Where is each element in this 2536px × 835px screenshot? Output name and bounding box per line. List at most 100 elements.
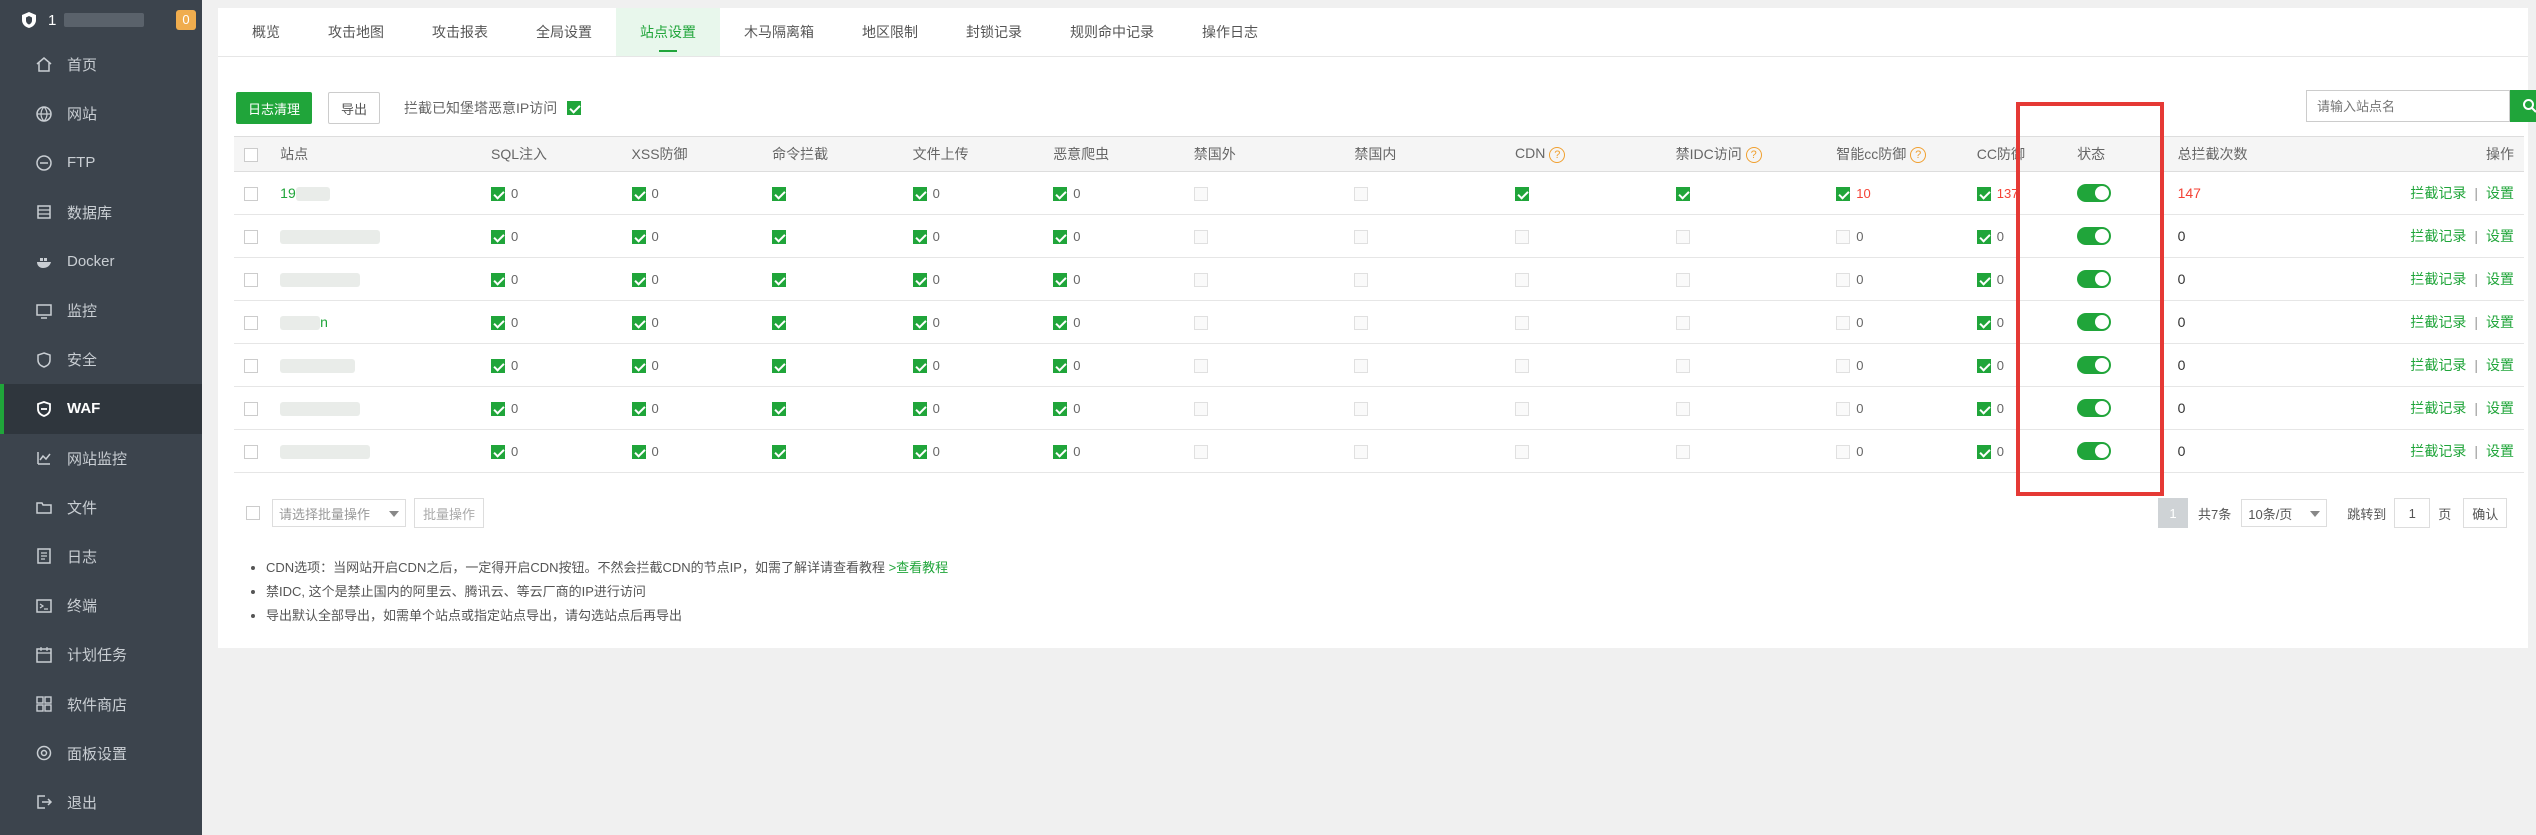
cdn-checkbox[interactable] bbox=[1514, 316, 1529, 331]
page-jump-confirm-button[interactable]: 确认 bbox=[2463, 498, 2508, 528]
site-name-cell[interactable] bbox=[280, 257, 491, 301]
block-idc-checkbox[interactable] bbox=[1675, 230, 1690, 245]
row-settings-link[interactable]: 设置 bbox=[2486, 228, 2514, 244]
row-settings-link[interactable]: 设置 bbox=[2486, 357, 2514, 373]
sidebar-item-11[interactable]: 终端 bbox=[0, 581, 202, 630]
cdn-checkbox[interactable] bbox=[1514, 230, 1529, 245]
block-idc-checkbox[interactable] bbox=[1675, 316, 1690, 331]
search-button[interactable] bbox=[2510, 90, 2536, 122]
xss-checkbox[interactable] bbox=[631, 273, 646, 288]
help-icon[interactable]: ? bbox=[1910, 147, 1927, 164]
smart-cc-checkbox[interactable] bbox=[1836, 402, 1851, 417]
sidebar-item-13[interactable]: 软件商店 bbox=[0, 679, 202, 728]
xss-checkbox[interactable] bbox=[631, 316, 646, 331]
block-log-link[interactable]: 拦截记录 bbox=[2410, 185, 2466, 201]
command-block-checkbox[interactable] bbox=[772, 402, 787, 417]
command-block-checkbox[interactable] bbox=[772, 273, 787, 288]
sidebar-item-9[interactable]: 文件 bbox=[0, 483, 202, 532]
tab-0[interactable]: 概览 bbox=[228, 8, 304, 56]
sidebar-item-4[interactable]: Docker bbox=[0, 237, 202, 286]
file-upload-checkbox[interactable] bbox=[912, 316, 927, 331]
help-icon[interactable]: ? bbox=[1549, 146, 1566, 163]
sidebar-item-15[interactable]: 退出 bbox=[0, 778, 202, 827]
block-log-link[interactable]: 拦截记录 bbox=[2410, 228, 2466, 244]
block-domestic-checkbox[interactable] bbox=[1354, 445, 1369, 460]
batch-select[interactable]: 请选择批量操作 bbox=[272, 499, 406, 527]
cdn-checkbox[interactable] bbox=[1514, 187, 1529, 202]
cdn-checkbox[interactable] bbox=[1514, 273, 1529, 288]
cc-defense-checkbox[interactable] bbox=[1976, 230, 1991, 245]
sql-injection-checkbox[interactable] bbox=[491, 273, 505, 288]
cc-defense-checkbox[interactable] bbox=[1976, 187, 1991, 202]
block-log-link[interactable]: 拦截记录 bbox=[2410, 271, 2466, 287]
sidebar-item-7[interactable]: WAF bbox=[0, 384, 202, 434]
tab-8[interactable]: 规则命中记录 bbox=[1046, 8, 1178, 56]
block-log-link[interactable]: 拦截记录 bbox=[2410, 400, 2466, 416]
site-name-cell[interactable] bbox=[280, 343, 491, 387]
malicious-crawler-checkbox[interactable] bbox=[1053, 359, 1068, 374]
block-foreign-checkbox[interactable] bbox=[1193, 187, 1208, 202]
block-foreign-checkbox[interactable] bbox=[1193, 402, 1208, 417]
select-all-checkbox[interactable] bbox=[244, 148, 258, 163]
block-log-link[interactable]: 拦截记录 bbox=[2410, 443, 2466, 459]
malicious-crawler-checkbox[interactable] bbox=[1053, 445, 1068, 460]
block-foreign-checkbox[interactable] bbox=[1193, 316, 1208, 331]
file-upload-checkbox[interactable] bbox=[912, 445, 927, 460]
sidebar-item-14[interactable]: 面板设置 bbox=[0, 729, 202, 778]
cc-defense-checkbox[interactable] bbox=[1976, 273, 1991, 288]
block-idc-checkbox[interactable] bbox=[1675, 273, 1690, 288]
site-name[interactable]: 19 bbox=[280, 185, 296, 201]
log-clean-button[interactable]: 日志清理 bbox=[236, 92, 313, 124]
row-settings-link[interactable]: 设置 bbox=[2486, 400, 2514, 416]
page-size-select[interactable]: 10条/页 bbox=[2241, 499, 2328, 527]
help-icon[interactable]: ? bbox=[1745, 147, 1762, 164]
select-all-bottom-checkbox[interactable] bbox=[246, 506, 260, 520]
block-domestic-checkbox[interactable] bbox=[1354, 187, 1369, 202]
xss-checkbox[interactable] bbox=[631, 187, 646, 202]
malicious-crawler-checkbox[interactable] bbox=[1053, 402, 1068, 417]
sql-injection-checkbox[interactable] bbox=[491, 445, 505, 460]
block-foreign-checkbox[interactable] bbox=[1193, 273, 1208, 288]
sql-injection-checkbox[interactable] bbox=[491, 187, 505, 202]
file-upload-checkbox[interactable] bbox=[912, 187, 927, 202]
site-name-cell[interactable] bbox=[280, 386, 491, 430]
sql-injection-checkbox[interactable] bbox=[491, 359, 505, 374]
command-block-checkbox[interactable] bbox=[772, 187, 787, 202]
notification-badge[interactable]: 0 bbox=[176, 10, 196, 30]
smart-cc-checkbox[interactable] bbox=[1836, 230, 1851, 245]
sidebar-item-1[interactable]: 网站 bbox=[0, 89, 202, 138]
row-select-checkbox[interactable] bbox=[244, 230, 258, 245]
malicious-crawler-checkbox[interactable] bbox=[1053, 273, 1068, 288]
malicious-crawler-checkbox[interactable] bbox=[1053, 187, 1068, 202]
tab-1[interactable]: 攻击地图 bbox=[304, 8, 408, 56]
page-current[interactable]: 1 bbox=[2158, 498, 2188, 528]
command-block-checkbox[interactable] bbox=[772, 316, 787, 331]
sidebar-item-8[interactable]: 网站监控 bbox=[0, 434, 202, 483]
block-domestic-checkbox[interactable] bbox=[1354, 402, 1369, 417]
row-settings-link[interactable]: 设置 bbox=[2486, 314, 2514, 330]
cc-defense-checkbox[interactable] bbox=[1976, 359, 1991, 374]
site-name-cell[interactable]: n bbox=[280, 300, 491, 344]
xss-checkbox[interactable] bbox=[631, 230, 646, 245]
file-upload-checkbox[interactable] bbox=[912, 402, 927, 417]
block-foreign-checkbox[interactable] bbox=[1193, 359, 1208, 374]
row-select-checkbox[interactable] bbox=[244, 273, 258, 288]
row-select-checkbox[interactable] bbox=[244, 402, 258, 417]
command-block-checkbox[interactable] bbox=[772, 359, 787, 374]
row-select-checkbox[interactable] bbox=[244, 187, 258, 202]
block-foreign-checkbox[interactable] bbox=[1193, 230, 1208, 245]
sql-injection-checkbox[interactable] bbox=[491, 316, 505, 331]
block-domestic-checkbox[interactable] bbox=[1354, 273, 1369, 288]
cdn-checkbox[interactable] bbox=[1514, 359, 1529, 374]
command-block-checkbox[interactable] bbox=[772, 445, 787, 460]
block-log-link[interactable]: 拦截记录 bbox=[2410, 314, 2466, 330]
block-malicious-ip-checkbox[interactable] bbox=[567, 101, 582, 115]
block-idc-checkbox[interactable] bbox=[1675, 445, 1690, 460]
row-select-checkbox[interactable] bbox=[244, 445, 258, 460]
malicious-crawler-checkbox[interactable] bbox=[1053, 316, 1068, 331]
batch-button[interactable]: 批量操作 bbox=[414, 498, 485, 528]
row-settings-link[interactable]: 设置 bbox=[2486, 271, 2514, 287]
cc-defense-checkbox[interactable] bbox=[1976, 316, 1991, 331]
sidebar-item-5[interactable]: 监控 bbox=[0, 286, 202, 335]
cc-defense-checkbox[interactable] bbox=[1976, 445, 1991, 460]
